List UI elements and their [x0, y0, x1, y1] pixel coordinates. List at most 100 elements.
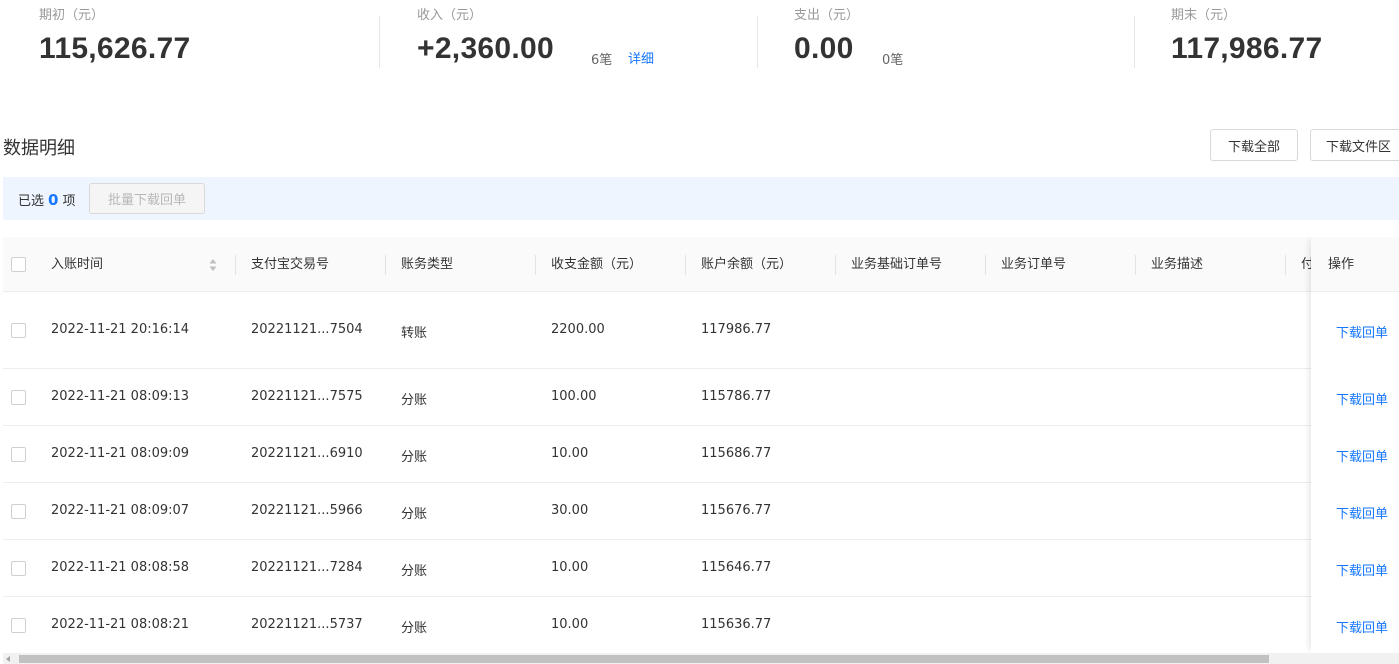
download-all-button[interactable]: 下载全部 — [1210, 129, 1298, 161]
table-row: 2022-11-21 08:09:07 20221121...5966 分账 3… — [3, 483, 1399, 540]
download-receipt-link[interactable]: 下载回单 — [1336, 389, 1388, 408]
column-separator — [385, 255, 386, 275]
column-header-balance: 账户余额（元） — [701, 257, 793, 272]
row-amount: 10.00 — [551, 617, 589, 632]
download-files-button[interactable]: 下载文件区 — [1310, 129, 1399, 161]
income-summary: 收入（元） +2,360.00 6笔 详细 — [417, 0, 747, 96]
selection-bar: 已选 0 项 批量下载回单 — [3, 177, 1399, 220]
column-separator — [835, 255, 836, 275]
income-count: 6笔 — [591, 53, 613, 68]
closing-balance: 期末（元） 117,986.77 — [1171, 0, 1391, 96]
operation-column: 操作 下载回单 下载回单 下载回单 下载回单 下载回单 下载回单 — [1311, 237, 1399, 653]
row-trade-no: 20221121...7284 — [251, 560, 363, 575]
row-checkbox[interactable] — [11, 618, 26, 633]
expense-summary: 支出（元） 0.00 0笔 — [794, 0, 1124, 96]
section-title: 数据明细 — [3, 138, 75, 159]
arrow-left-icon[interactable] — [6, 656, 10, 662]
download-receipt-link[interactable]: 下载回单 — [1336, 503, 1388, 522]
horizontal-scrollbar[interactable] — [3, 653, 1399, 664]
operation-header: 操作 — [1311, 237, 1399, 292]
income-label: 收入（元） — [417, 8, 483, 23]
download-receipt-link[interactable]: 下载回单 — [1336, 560, 1388, 579]
row-time: 2022-11-21 08:08:21 — [51, 617, 190, 632]
closing-label: 期末（元） — [1171, 8, 1237, 23]
selection-prefix: 已选 — [18, 194, 45, 209]
column-header-trade-no: 支付宝交易号 — [251, 257, 330, 272]
row-trade-no: 20221121...5966 — [251, 503, 363, 518]
column-header-type: 账务类型 — [401, 257, 454, 272]
summary-panel: 期初（元） 115,626.77 收入（元） +2,360.00 6笔 详细 支… — [0, 0, 1399, 96]
summary-divider — [1134, 16, 1135, 68]
table-row: 2022-11-21 08:09:09 20221121...6910 分账 1… — [3, 426, 1399, 483]
column-separator — [1135, 255, 1136, 275]
column-separator — [985, 255, 986, 275]
row-type: 分账 — [401, 621, 428, 636]
row-amount: 30.00 — [551, 503, 589, 518]
row-amount: 2200.00 — [551, 322, 605, 337]
table-row: 2022-11-21 08:08:21 20221121...5737 分账 1… — [3, 597, 1399, 653]
column-header-base-order: 业务基础订单号 — [851, 257, 943, 272]
row-checkbox[interactable] — [11, 447, 26, 462]
expense-count: 0笔 — [882, 53, 904, 68]
column-header-amount: 收支金额（元） — [551, 257, 643, 272]
row-trade-no: 20221121...5737 — [251, 617, 363, 632]
scrollbar-thumb[interactable] — [19, 655, 1269, 663]
row-amount: 10.00 — [551, 560, 589, 575]
row-balance: 115676.77 — [701, 503, 772, 518]
transactions-table: 入账时间 支付宝交易号 账务类型 收支金额（元） 账户余额（元） 业务基础订单号… — [3, 237, 1399, 653]
download-receipt-link[interactable]: 下载回单 — [1336, 446, 1388, 465]
table-header: 入账时间 支付宝交易号 账务类型 收支金额（元） 账户余额（元） 业务基础订单号… — [3, 237, 1399, 292]
row-time: 2022-11-21 08:08:58 — [51, 560, 190, 575]
row-type: 分账 — [401, 393, 428, 408]
column-separator — [685, 255, 686, 275]
table-row: 2022-11-21 08:09:13 20221121...7575 分账 1… — [3, 369, 1399, 426]
sort-arrows-icon[interactable] — [209, 258, 217, 272]
row-amount: 10.00 — [551, 446, 589, 461]
expense-label: 支出（元） — [794, 8, 860, 23]
opening-label: 期初（元） — [39, 8, 105, 23]
summary-divider — [757, 16, 758, 68]
column-header-order: 业务订单号 — [1001, 257, 1067, 272]
row-trade-no: 20221121...7504 — [251, 322, 363, 337]
expense-value: 0.00 — [794, 32, 854, 65]
download-receipt-link[interactable]: 下载回单 — [1336, 617, 1388, 636]
row-checkbox[interactable] — [11, 504, 26, 519]
selection-count: 0 — [48, 191, 59, 209]
row-time: 2022-11-21 20:16:14 — [51, 322, 190, 337]
row-trade-no: 20221121...6910 — [251, 446, 363, 461]
row-checkbox[interactable] — [11, 323, 26, 338]
column-header-time[interactable]: 入账时间 — [51, 237, 103, 292]
row-time: 2022-11-21 08:09:13 — [51, 389, 190, 404]
select-all-checkbox[interactable] — [11, 257, 26, 272]
selection-suffix: 项 — [62, 194, 76, 209]
row-type: 转账 — [401, 326, 428, 341]
batch-download-button[interactable]: 批量下载回单 — [89, 183, 205, 214]
row-checkbox[interactable] — [11, 561, 26, 576]
income-value: +2,360.00 — [417, 32, 554, 65]
column-separator — [1285, 255, 1286, 275]
row-type: 分账 — [401, 564, 428, 579]
table-row: 2022-11-21 08:08:58 20221121...7284 分账 1… — [3, 540, 1399, 597]
row-amount: 100.00 — [551, 389, 597, 404]
closing-value: 117,986.77 — [1171, 32, 1323, 65]
row-balance: 115686.77 — [701, 446, 772, 461]
summary-divider — [379, 16, 380, 68]
row-time: 2022-11-21 08:09:09 — [51, 446, 190, 461]
row-balance: 117986.77 — [701, 322, 772, 337]
row-type: 分账 — [401, 450, 428, 465]
row-checkbox[interactable] — [11, 390, 26, 405]
operation-header-label: 操作 — [1328, 257, 1355, 272]
row-type: 分账 — [401, 507, 428, 522]
opening-balance: 期初（元） 115,626.77 — [39, 0, 369, 96]
selection-status: 已选 0 项 — [18, 190, 75, 209]
income-detail-link[interactable]: 详细 — [628, 48, 654, 67]
row-trade-no: 20221121...7575 — [251, 389, 363, 404]
column-separator — [235, 255, 236, 275]
opening-value: 115,626.77 — [39, 32, 191, 65]
download-receipt-link[interactable]: 下载回单 — [1336, 322, 1388, 341]
row-balance: 115646.77 — [701, 560, 772, 575]
column-separator — [535, 255, 536, 275]
table-row: 2022-11-21 20:16:14 20221121...7504 转账 2… — [3, 292, 1399, 369]
column-header-description: 业务描述 — [1151, 257, 1204, 272]
row-balance: 115786.77 — [701, 389, 772, 404]
